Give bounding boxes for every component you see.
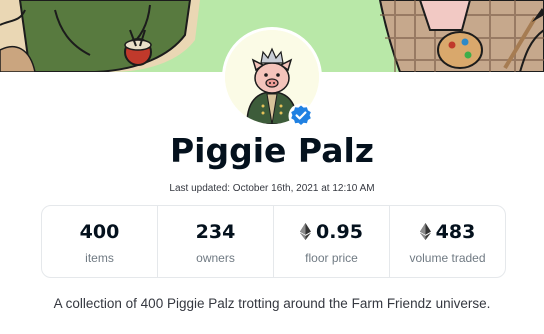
- stat-volume-traded[interactable]: 483 volume traded: [390, 206, 505, 277]
- eth-icon: [300, 223, 312, 240]
- eth-icon: [419, 223, 431, 240]
- verified-badge-icon: [288, 103, 314, 129]
- stat-items-label: items: [85, 250, 114, 265]
- stat-floor-price-value: 0.95: [300, 219, 363, 245]
- stat-owners-label: owners: [196, 250, 235, 265]
- stat-volume-traded-number: 483: [435, 220, 476, 243]
- stat-floor-price-label: floor price: [305, 250, 358, 265]
- collection-stats: 400 items 234 owners 0.95 floor price 48…: [41, 205, 506, 278]
- stat-owners-value: 234: [196, 219, 236, 245]
- stat-owners-number: 234: [195, 220, 236, 243]
- stat-owners[interactable]: 234 owners: [158, 206, 274, 277]
- stat-floor-price[interactable]: 0.95 floor price: [274, 206, 390, 277]
- stat-items-value: 400: [80, 219, 120, 245]
- collection-title: Piggie Palz: [169, 131, 374, 170]
- stat-volume-traded-value: 483: [419, 219, 476, 245]
- last-updated-text: Last updated: October 16th, 2021 at 12:1…: [169, 183, 375, 194]
- stat-floor-price-number: 0.95: [316, 220, 363, 243]
- stat-volume-traded-label: volume traded: [409, 250, 486, 265]
- stat-items-number: 400: [79, 220, 120, 243]
- stat-items[interactable]: 400 items: [42, 206, 158, 277]
- collection-description: A collection of 400 Piggie Palz trotting…: [53, 296, 491, 311]
